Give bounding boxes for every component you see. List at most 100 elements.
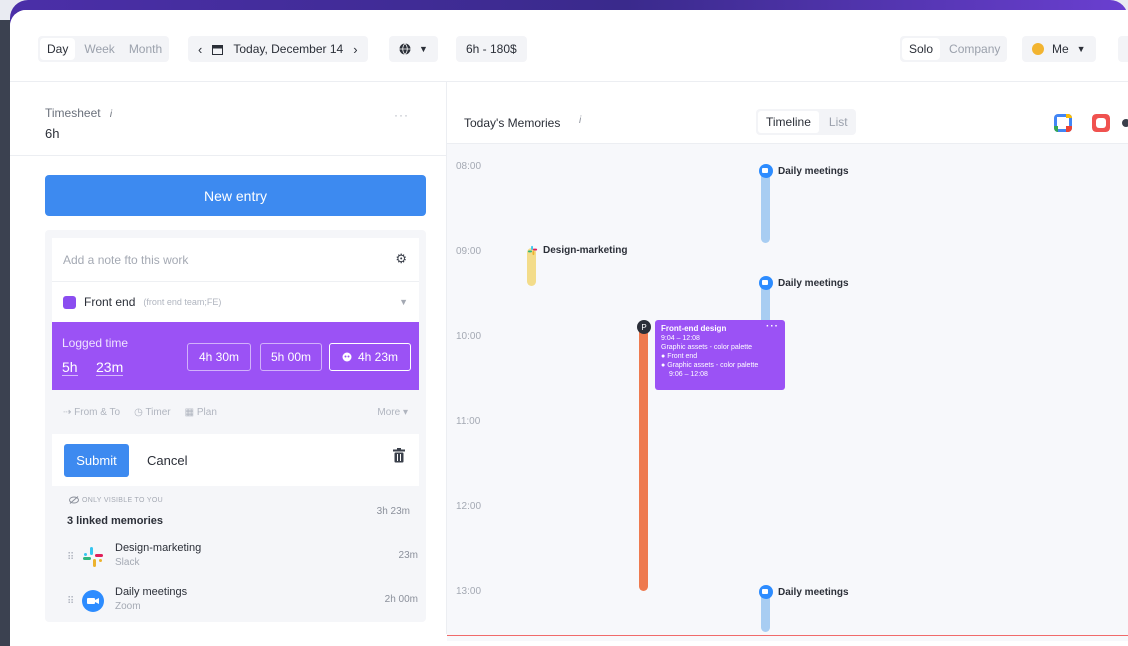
drag-handle-icon[interactable]: ⠿ xyxy=(67,596,74,607)
date-label[interactable]: Today, December 14 xyxy=(233,42,343,56)
card-line-text: Graphic assets - color palette xyxy=(667,362,759,369)
gear-icon[interactable]: ⚙ xyxy=(395,251,407,267)
card-line: ● Graphic assets - color palette xyxy=(661,362,759,369)
hour-label: 13:00 xyxy=(456,586,482,597)
event-daily-meetings[interactable]: Daily meetings xyxy=(759,276,849,290)
drag-handle-icon[interactable]: ⠿ xyxy=(67,552,74,563)
app-window: Day Week Month ‹ Today, December 14 › ▼ … xyxy=(10,10,1128,646)
app-integration-icon[interactable] xyxy=(1092,114,1110,132)
event-daily-meetings[interactable]: Daily meetings xyxy=(759,164,849,178)
tab-company[interactable]: Company xyxy=(942,36,1007,62)
timer-option[interactable]: ◷ Timer xyxy=(134,407,171,418)
slack-icon xyxy=(527,245,538,256)
more-options-icon[interactable]: ··· xyxy=(766,322,779,332)
avatar: P xyxy=(637,320,651,334)
logged-hours-input[interactable]: 5h xyxy=(62,359,78,376)
front-end-design-bar[interactable] xyxy=(639,326,648,591)
tab-week[interactable]: Week xyxy=(77,36,121,62)
preset-5h00m[interactable]: 5h 00m xyxy=(260,343,322,371)
more-options-dropdown[interactable]: More ▾ xyxy=(377,407,408,418)
scope-switcher: Solo Company xyxy=(900,36,1008,62)
zoom-icon xyxy=(759,164,773,178)
event-label: Daily meetings xyxy=(778,586,849,598)
project-select[interactable]: Front end (front end team;FE) ▼ xyxy=(52,282,419,322)
option-label: Plan xyxy=(196,406,217,418)
project-name: Front end xyxy=(84,295,136,309)
chevron-right-icon[interactable]: › xyxy=(353,42,357,57)
card-time: 9:04 – 12:08 xyxy=(661,335,700,342)
linked-memory-slack[interactable]: ⠿ Design-marketing Slack 23m xyxy=(67,542,422,582)
logged-time-section: Logged time 5h 23m 4h 30m 5h 00m 4h 23m xyxy=(52,322,419,390)
memories-view-switcher: Timeline List xyxy=(756,109,856,135)
overflow-chip[interactable] xyxy=(1118,36,1128,62)
hour-label: 11:00 xyxy=(456,416,481,427)
project-team: (front end team;FE) xyxy=(143,297,222,307)
preset-4h23m[interactable]: 4h 23m xyxy=(329,343,411,371)
chevron-down-icon: ▼ xyxy=(419,44,428,54)
left-edge xyxy=(0,20,10,646)
google-calendar-icon[interactable] xyxy=(1054,114,1072,132)
extra-integration-icon[interactable] xyxy=(1122,114,1128,132)
linked-memories-title: 3 linked memories xyxy=(67,515,163,527)
calendar-icon xyxy=(212,44,224,55)
more-options-icon[interactable]: ··· xyxy=(394,108,409,122)
slack-icon xyxy=(83,547,103,567)
new-entry-button[interactable]: New entry xyxy=(45,175,426,216)
globe-icon xyxy=(399,43,411,55)
current-time-line xyxy=(447,635,1128,636)
memory-duration: 23m xyxy=(398,550,418,561)
panel-footer xyxy=(10,634,447,646)
trash-icon[interactable] xyxy=(393,448,405,463)
tab-solo[interactable]: Solo xyxy=(902,38,941,60)
logged-minutes-input[interactable]: 23m xyxy=(96,359,124,376)
memory-source: Slack xyxy=(115,557,140,568)
linked-memory-zoom[interactable]: ⠿ Daily meetings Zoom 2h 00m xyxy=(67,586,422,626)
user-menu[interactable]: Me ▼ xyxy=(1022,36,1096,62)
divider xyxy=(10,155,447,156)
preset-4h30m[interactable]: 4h 30m xyxy=(187,343,251,371)
cancel-button[interactable]: Cancel xyxy=(147,453,187,468)
panel-footer xyxy=(447,641,1128,646)
card-line: 9:06 – 12:08 xyxy=(669,371,708,378)
option-label: Timer xyxy=(145,406,171,418)
project-color-swatch xyxy=(63,295,76,309)
plan-option[interactable]: ▦ Plan xyxy=(185,407,217,418)
memories-title: Today's Memories xyxy=(464,116,561,130)
globe-dropdown[interactable]: ▼ xyxy=(389,36,438,62)
entry-form: Add a note fto this work ⚙ Front end (fr… xyxy=(45,230,426,622)
memory-name: Daily meetings xyxy=(115,586,188,598)
note-input[interactable]: Add a note fto this work ⚙ xyxy=(52,238,419,282)
front-end-design-card[interactable]: Front-end design 9:04 – 12:08 Graphic as… xyxy=(655,320,785,390)
card-line: Graphic assets - color palette xyxy=(661,344,753,351)
timesheet-title-text: Timesheet xyxy=(45,106,101,120)
date-navigator: ‹ Today, December 14 › xyxy=(188,36,368,62)
tab-day[interactable]: Day xyxy=(40,38,76,60)
event-label: Daily meetings xyxy=(778,165,849,177)
card-line: ● Front end xyxy=(661,353,698,360)
memory-source: Zoom xyxy=(115,601,141,612)
event-design-marketing[interactable]: Design-marketing xyxy=(527,245,627,256)
submit-button[interactable]: Submit xyxy=(64,444,129,477)
more-label: More xyxy=(377,406,401,418)
top-toolbar: Day Week Month ‹ Today, December 14 › ▼ … xyxy=(10,10,1128,82)
memory-name: Design-marketing xyxy=(115,542,202,554)
chevron-down-icon: ▼ xyxy=(1076,44,1086,54)
event-label: Daily meetings xyxy=(778,277,849,289)
tab-list[interactable]: List xyxy=(821,111,856,133)
tab-timeline[interactable]: Timeline xyxy=(758,111,819,133)
timesheet-panel: Timesheet i 6h ··· New entry Add a note … xyxy=(10,82,447,646)
event-daily-meetings[interactable]: Daily meetings xyxy=(759,585,849,599)
timesheet-title: Timesheet i xyxy=(45,106,112,120)
user-label: Me xyxy=(1052,42,1069,56)
event-label: Design-marketing xyxy=(543,245,628,256)
hour-label: 12:00 xyxy=(456,501,482,512)
summary-chip: 6h - 180$ xyxy=(456,36,527,62)
logged-time-label: Logged time xyxy=(62,336,129,350)
chevron-down-icon: ▼ xyxy=(399,297,408,307)
info-icon[interactable]: i xyxy=(110,109,112,120)
hour-label: 10:00 xyxy=(456,331,482,342)
tab-month[interactable]: Month xyxy=(122,36,169,62)
info-icon[interactable]: i xyxy=(579,115,581,126)
chevron-left-icon[interactable]: ‹ xyxy=(198,42,202,57)
from-to-option[interactable]: ⇢ From & To xyxy=(63,407,120,418)
